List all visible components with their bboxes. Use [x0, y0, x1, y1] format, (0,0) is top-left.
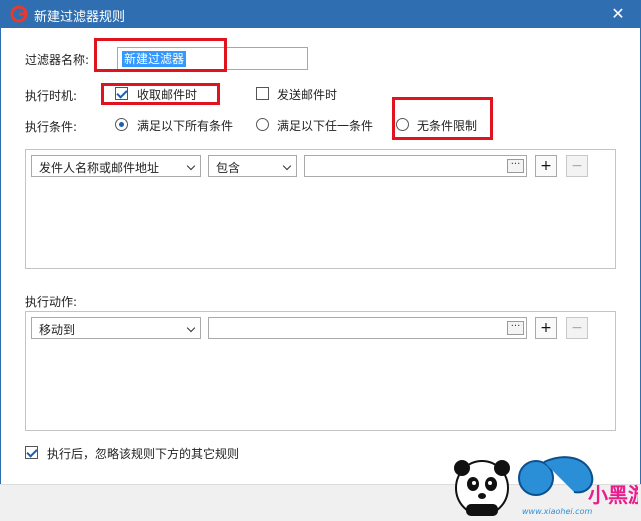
remove-action-button[interactable]: − [566, 317, 588, 339]
condition-field-value: 发件人名称或邮件地址 [39, 161, 160, 175]
timing-label: 执行时机: [25, 89, 78, 103]
browse-button[interactable]: ··· [507, 321, 524, 335]
any-condition-radio[interactable] [256, 118, 269, 131]
remove-condition-button[interactable]: − [566, 155, 588, 177]
filter-name-label: 过滤器名称: [25, 53, 90, 67]
highlight-box-condition [392, 97, 493, 140]
title-bar: 新建过滤器规则 ✕ [0, 0, 641, 28]
condition-label: 执行条件: [25, 120, 78, 134]
add-action-button[interactable]: + [535, 317, 557, 339]
all-conditions-radio[interactable] [115, 118, 128, 131]
send-mail-checkbox[interactable] [256, 87, 269, 100]
chevron-down-icon [186, 161, 196, 171]
window-title: 新建过滤器规则 [34, 10, 126, 25]
watermark-url: www.xiaohei.com [522, 507, 592, 516]
any-condition-label[interactable]: 满足以下任一条件 [277, 117, 373, 134]
ignore-rules-checkbox[interactable] [25, 446, 38, 459]
watermark-text: 小黑游戏 [588, 483, 638, 507]
action-value-input[interactable]: ··· [208, 317, 527, 339]
app-logo-icon [10, 5, 28, 23]
close-icon[interactable]: ✕ [608, 4, 628, 24]
action-value: 移动到 [39, 323, 76, 337]
chevron-down-icon [282, 161, 292, 171]
action-label: 执行动作: [25, 295, 78, 309]
condition-operator-value: 包含 [216, 161, 241, 175]
chevron-down-icon [186, 323, 196, 333]
highlight-box-name [94, 38, 227, 72]
condition-field-dropdown[interactable]: 发件人名称或邮件地址 [31, 155, 201, 177]
highlight-box-timing [101, 83, 220, 105]
action-dropdown[interactable]: 移动到 [31, 317, 201, 339]
all-conditions-label[interactable]: 满足以下所有条件 [137, 117, 233, 134]
condition-value-input[interactable]: ··· [304, 155, 527, 177]
ignore-rules-label[interactable]: 执行后，忽略该规则下方的其它规则 [47, 445, 239, 462]
watermark-logo: 小黑游戏 www.xiaohei.com [454, 456, 638, 516]
add-condition-button[interactable]: + [535, 155, 557, 177]
send-mail-label[interactable]: 发送邮件时 [277, 86, 337, 103]
condition-operator-dropdown[interactable]: 包含 [208, 155, 297, 177]
browse-button[interactable]: ··· [507, 159, 524, 173]
